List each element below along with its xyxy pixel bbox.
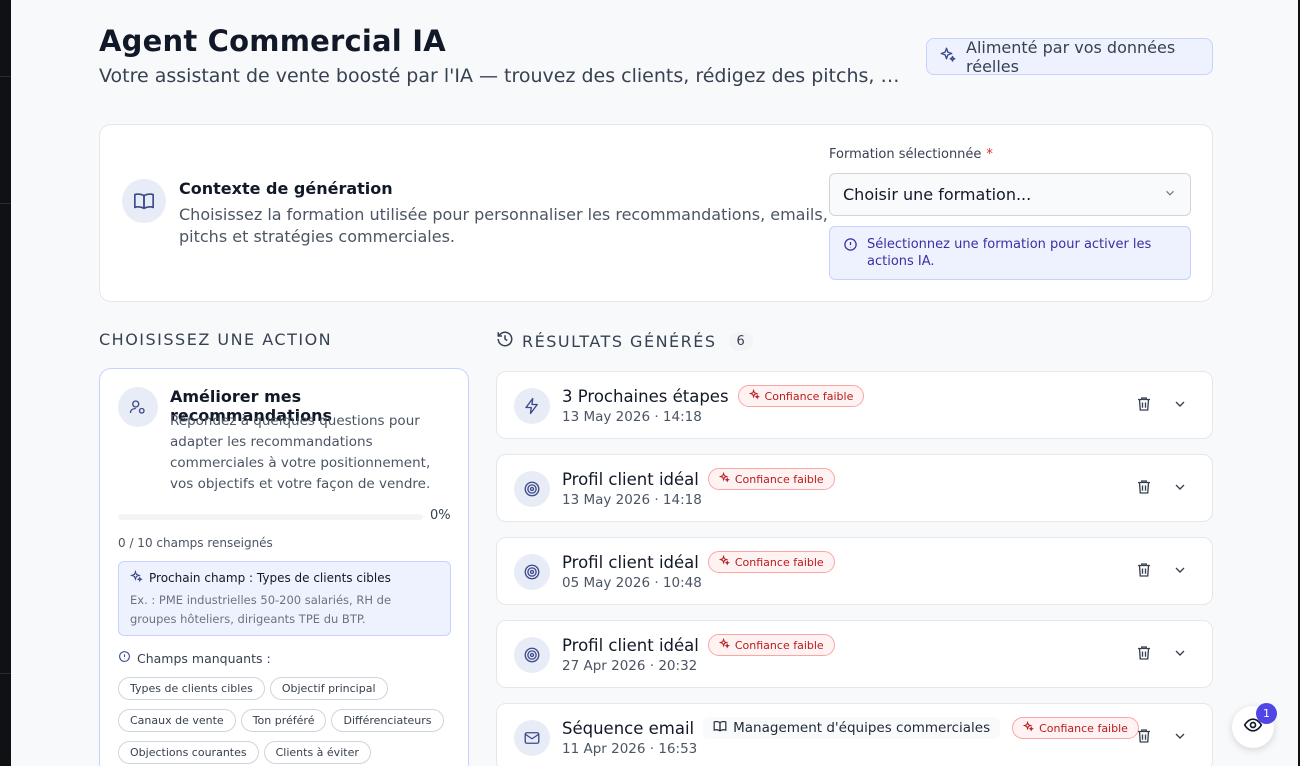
trash-icon[interactable] xyxy=(1135,477,1153,501)
badge-label: Alimenté par vos données réelles xyxy=(966,37,1176,76)
field-chip[interactable]: Clients à éviter xyxy=(263,741,371,764)
field-chip[interactable]: Types de clients cibles xyxy=(118,677,265,700)
page-subtitle: Votre assistant de vente boosté par l'IA… xyxy=(99,65,909,87)
fields-filled: 0 / 10 champs renseignés xyxy=(118,536,273,550)
book-icon xyxy=(713,719,727,737)
missing-fields-label: Champs manquants : xyxy=(118,650,271,666)
info-icon xyxy=(118,650,131,666)
result-title: Séquence email xyxy=(562,718,695,738)
confidence-badge: Confiance faible xyxy=(707,468,835,490)
chevron-down-icon[interactable] xyxy=(1172,728,1188,748)
target-icon xyxy=(514,554,550,590)
chevron-down-icon[interactable] xyxy=(1172,645,1188,665)
field-chip[interactable]: Canaux de vente xyxy=(118,709,236,732)
trash-icon[interactable] xyxy=(1135,726,1153,750)
improve-recommendations-card[interactable]: Améliorer mes recommandations Répondez à… xyxy=(99,368,469,766)
context-title: Contexte de génération xyxy=(179,179,393,198)
progress-percent: 0% xyxy=(430,508,451,523)
chevron-down-icon[interactable] xyxy=(1172,479,1188,499)
field-chip[interactable]: Objections courantes xyxy=(118,741,259,764)
result-date: 05 May 2026 · 10:48 xyxy=(562,575,702,591)
required-mark: * xyxy=(986,147,993,162)
result-row[interactable]: 3 Prochaines étapes Confiance faible 13 … xyxy=(496,371,1213,439)
formation-select[interactable]: Choisir une formation... xyxy=(829,173,1191,216)
action-description: Répondez à quelques questions pour adapt… xyxy=(170,413,431,492)
result-date: 11 Apr 2026 · 16:53 xyxy=(562,741,698,757)
target-icon xyxy=(514,471,550,507)
confidence-badge: Confiance faible xyxy=(737,385,865,407)
history-icon xyxy=(496,330,514,352)
results-heading: RÉSULTATS GÉNÉRÉS 6 xyxy=(496,330,753,352)
chevron-down-icon[interactable] xyxy=(1172,396,1188,416)
formation-label: Formation sélectionnée * xyxy=(829,147,993,162)
result-date: 27 Apr 2026 · 20:32 xyxy=(562,658,698,674)
app: Agent Commercial IA Votre assistant de v… xyxy=(0,0,1300,766)
confidence-badge: Confiance faible xyxy=(1012,717,1139,739)
confidence-badge: Confiance faible xyxy=(707,634,835,656)
results-count: 6 xyxy=(728,331,753,351)
result-row[interactable]: Profil client idéal Confiance faible 13 … xyxy=(496,454,1213,522)
sparkles-icon xyxy=(129,569,143,586)
result-title: 3 Prochaines étapes xyxy=(562,386,729,406)
confidence-badge: Confiance faible xyxy=(707,551,835,573)
sparkles-icon xyxy=(939,46,957,68)
context-description: Choisissez la formation utilisée pour pe… xyxy=(179,205,828,246)
trash-icon[interactable] xyxy=(1135,560,1153,584)
actions-heading: CHOISISSEZ UNE ACTION xyxy=(99,330,333,349)
field-chip[interactable]: Objectif principal xyxy=(269,677,388,700)
field-chip[interactable]: Différenciateurs xyxy=(331,709,444,732)
sparkles-icon xyxy=(748,388,760,403)
sparkles-icon xyxy=(718,554,730,569)
trash-icon[interactable] xyxy=(1135,643,1153,667)
context-panel: Contexte de génération Choisissez la for… xyxy=(99,124,1213,302)
result-date: 13 May 2026 · 14:18 xyxy=(562,409,702,425)
info-icon xyxy=(843,237,858,257)
trash-icon[interactable] xyxy=(1135,394,1153,418)
result-row[interactable]: Séquence email Management d'équipes comm… xyxy=(496,703,1213,766)
target-icon xyxy=(514,637,550,673)
page-title: Agent Commercial IA xyxy=(99,24,446,58)
formation-info: Sélectionnez une formation pour activer … xyxy=(829,226,1191,280)
progress-bar xyxy=(118,514,423,520)
chevron-down-icon[interactable] xyxy=(1172,562,1188,582)
sidebar xyxy=(0,0,11,766)
result-title: Profil client idéal xyxy=(562,469,699,489)
missing-fields-chips: Types de clients cibles Objectif princip… xyxy=(118,677,453,764)
sparkles-icon xyxy=(718,637,730,652)
formation-select-value: Choisir une formation... xyxy=(843,185,1032,204)
mail-icon xyxy=(514,720,550,756)
book-icon xyxy=(122,179,166,223)
result-title: Profil client idéal xyxy=(562,635,699,655)
data-source-badge: Alimenté par vos données réelles xyxy=(926,37,1213,76)
result-date: 13 May 2026 · 14:18 xyxy=(562,492,702,508)
notification-count: 1 xyxy=(1256,703,1277,724)
result-row[interactable]: Profil client idéal Confiance faible 27 … xyxy=(496,620,1213,688)
next-field-label: Prochain champ : Types de clients cibles xyxy=(149,571,391,585)
result-title: Profil client idéal xyxy=(562,552,699,572)
field-chip[interactable]: Ton préféré xyxy=(240,709,327,732)
user-settings-icon xyxy=(118,387,158,427)
result-row[interactable]: Profil client idéal Confiance faible 05 … xyxy=(496,537,1213,605)
formation-tag: Management d'équipes commerciales xyxy=(703,717,1001,739)
next-field-box: Prochain champ : Types de clients cibles… xyxy=(118,561,451,636)
preview-fab[interactable]: 1 xyxy=(1232,703,1277,748)
sparkles-icon xyxy=(718,471,730,486)
next-field-example: Ex. : PME industrielles 50-200 salariés,… xyxy=(130,593,392,626)
bolt-icon xyxy=(514,388,550,424)
sparkles-icon xyxy=(1022,720,1035,735)
chevron-down-icon xyxy=(1163,185,1177,204)
